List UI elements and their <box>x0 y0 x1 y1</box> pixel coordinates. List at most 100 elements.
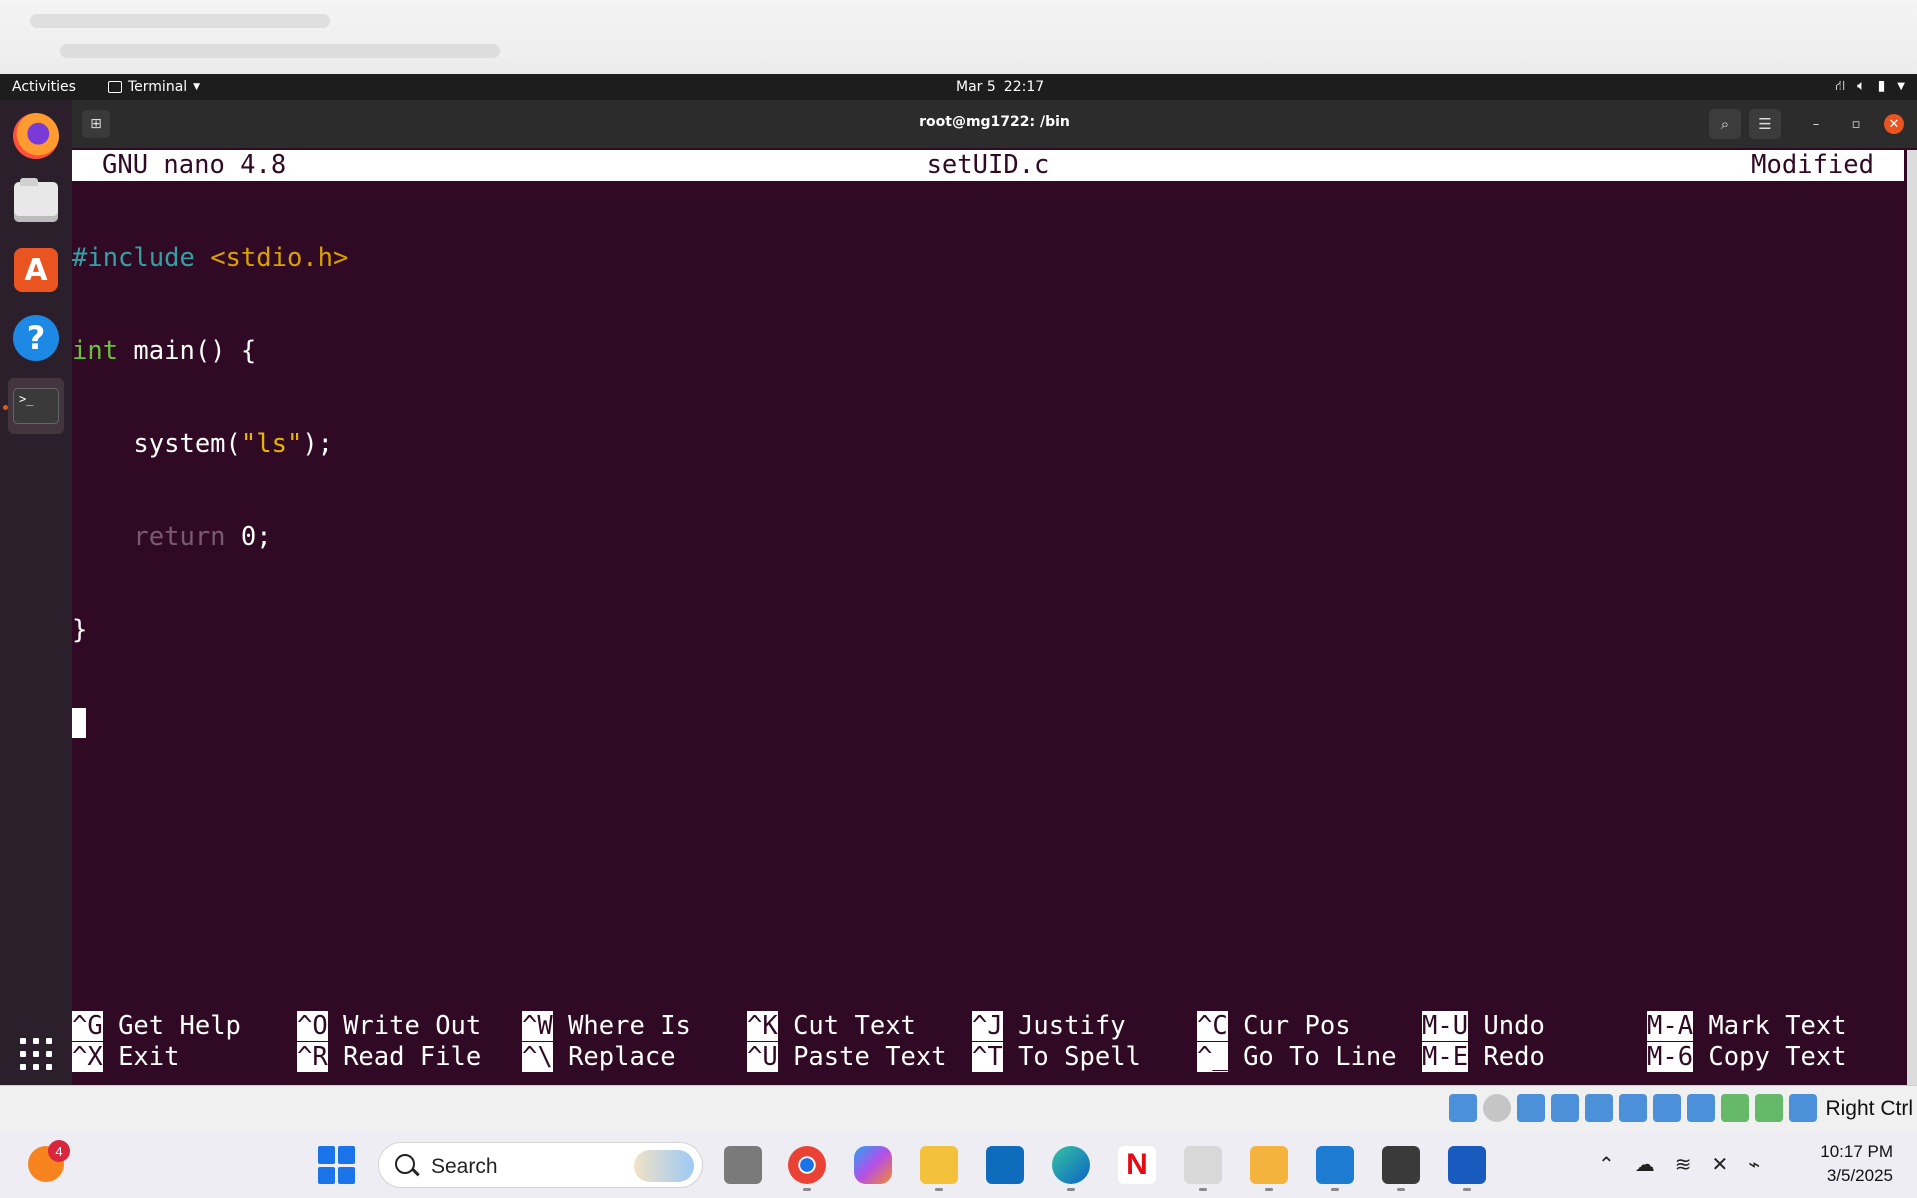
windows-terminal-icon[interactable] <box>1382 1146 1420 1184</box>
running-indicator <box>803 1188 811 1191</box>
edge-icon[interactable] <box>1052 1146 1090 1184</box>
dock-files[interactable] <box>8 174 64 230</box>
close-icon: ✕ <box>1888 116 1900 132</box>
dock-software[interactable]: A <box>8 242 64 298</box>
word-icon[interactable] <box>1448 1146 1486 1184</box>
shortcut-item[interactable]: ^\ Replace <box>522 1042 676 1073</box>
shortcut-item[interactable]: ^X Exit <box>72 1042 180 1073</box>
terminal-icon: >_ <box>13 388 59 424</box>
chevron-up-icon[interactable]: ⌃ <box>1598 1152 1615 1176</box>
host-key-label: Right Ctrl <box>1825 1097 1913 1120</box>
task-view-icon[interactable] <box>724 1146 762 1184</box>
usb-icon[interactable] <box>1585 1094 1613 1122</box>
shared-folders-icon[interactable] <box>1619 1094 1647 1122</box>
volume-icon: 🔈︎ <box>1857 78 1866 94</box>
shortcut-key: ^O <box>297 1011 328 1041</box>
minimize-icon: – <box>1812 116 1820 132</box>
blurred-content <box>60 44 500 58</box>
shortcut-item[interactable]: M-6 Copy Text <box>1647 1042 1847 1073</box>
network-adapter-icon[interactable] <box>1551 1094 1579 1122</box>
shortcut-label: Copy Text <box>1708 1042 1847 1072</box>
shortcut-item[interactable]: ^_ Go To Line <box>1197 1042 1397 1073</box>
taskbar-search[interactable]: Search <box>378 1142 703 1188</box>
shortcut-item[interactable]: M-U Undo <box>1422 1011 1545 1042</box>
keyboard-capture-icon[interactable] <box>1789 1094 1817 1122</box>
shortcut-key: M-U <box>1422 1011 1469 1041</box>
hard-disk-icon[interactable] <box>1449 1094 1477 1122</box>
shortcut-item[interactable]: ^G Get Help <box>72 1011 241 1042</box>
code-area[interactable]: #include <stdio.h> int main() { system("… <box>72 181 348 801</box>
search-button[interactable]: ⌕ <box>1709 109 1741 139</box>
dock-help[interactable]: ? <box>8 310 64 366</box>
app-menu-terminal[interactable]: Terminal ▼ <box>108 79 200 95</box>
recording-icon[interactable] <box>1687 1094 1715 1122</box>
onedrive-icon[interactable]: ☁ <box>1635 1152 1655 1176</box>
shortcut-item[interactable]: ^K Cut Text <box>747 1011 916 1042</box>
vbox-status-icons <box>1449 1094 1817 1122</box>
shortcut-item[interactable]: ^O Write Out <box>297 1011 481 1042</box>
clock-button[interactable]: Mar 5 22:17 <box>956 79 1044 95</box>
clock-time: 22:17 <box>1003 79 1045 95</box>
chevron-down-icon: ▼ <box>1897 81 1905 92</box>
battery-charging-icon[interactable]: ⌁ <box>1748 1152 1760 1176</box>
shortcut-key: M-A <box>1647 1011 1694 1041</box>
code-line: } <box>72 615 348 646</box>
terminal-scrollbar[interactable] <box>1907 150 1917 1087</box>
restore-icon: ▫ <box>1851 116 1861 132</box>
wifi-icon[interactable]: ≋ <box>1675 1152 1692 1176</box>
outlook-icon[interactable] <box>986 1146 1024 1184</box>
vscode-icon[interactable] <box>1316 1146 1354 1184</box>
code-line: int main() { <box>72 336 348 367</box>
running-indicator <box>935 1188 943 1191</box>
netflix-icon[interactable]: N <box>1118 1146 1156 1184</box>
close-button[interactable]: ✕ <box>1884 114 1904 134</box>
shortcut-item[interactable]: ^R Read File <box>297 1042 481 1073</box>
copilot-icon[interactable] <box>854 1146 892 1184</box>
dock-terminal[interactable]: >_ <box>8 378 64 434</box>
system-tray[interactable]: ⛙ 🔈︎ ▮ ▼ <box>1835 78 1905 96</box>
activities-button[interactable]: Activities <box>12 79 76 95</box>
shortcut-key: M-E <box>1422 1042 1469 1072</box>
taskbar-clock[interactable]: 10:17 PM 3/5/2025 <box>1820 1140 1893 1188</box>
shortcut-item[interactable]: M-E Redo <box>1422 1042 1545 1073</box>
shortcut-key: ^W <box>522 1011 553 1041</box>
file-explorer-icon[interactable] <box>920 1146 958 1184</box>
minimize-button[interactable]: – <box>1806 114 1826 134</box>
display-icon[interactable] <box>1653 1094 1681 1122</box>
shortcut-key: ^G <box>72 1011 103 1041</box>
shortcut-key: ^C <box>1197 1011 1228 1041</box>
show-apps-icon[interactable] <box>20 1038 52 1070</box>
code-line: return 0; <box>72 522 348 553</box>
code-line: #include <stdio.h> <box>72 243 348 274</box>
shortcut-key: ^_ <box>1197 1042 1228 1072</box>
dock-firefox[interactable] <box>8 108 64 164</box>
cpu-icon[interactable] <box>1721 1094 1749 1122</box>
start-button[interactable] <box>318 1146 356 1184</box>
shortcut-label: Where Is <box>568 1011 691 1041</box>
ubuntu-dock: A ? >_ <box>0 100 72 1085</box>
chrome-icon[interactable] <box>788 1146 826 1184</box>
search-placeholder: Search <box>431 1155 498 1178</box>
running-indicator <box>1397 1188 1405 1191</box>
nano-editor[interactable]: GNU nano 4.8 setUID.c Modified #include … <box>72 148 1917 1087</box>
mouse-integration-icon[interactable] <box>1755 1094 1783 1122</box>
shortcut-key: ^\ <box>522 1042 553 1072</box>
virtualbox-icon[interactable] <box>1250 1146 1288 1184</box>
files-icon <box>14 178 58 222</box>
audio-icon[interactable] <box>1517 1094 1545 1122</box>
vbox-status-bar: Right Ctrl <box>0 1085 1917 1131</box>
menu-button[interactable]: ☰ <box>1749 109 1781 139</box>
windows-taskbar: 4 Search N ⌃ ☁ ≋ ✕ ⌁ 10:17 PM 3/5/2025 <box>0 1130 1917 1198</box>
shortcut-item[interactable]: ^T To Spell <box>972 1042 1141 1073</box>
shortcut-item[interactable]: ^C Cur Pos <box>1197 1011 1351 1042</box>
shortcut-item[interactable]: ^J Justify <box>972 1011 1126 1042</box>
volume-muted-icon[interactable]: ✕ <box>1712 1152 1729 1176</box>
optical-drive-icon[interactable] <box>1483 1094 1511 1122</box>
snipping-tool-icon[interactable] <box>1184 1146 1222 1184</box>
shortcut-item[interactable]: M-A Mark Text <box>1647 1011 1847 1042</box>
terminal-icon <box>108 81 122 93</box>
maximize-button[interactable]: ▫ <box>1846 114 1866 134</box>
shortcut-item[interactable]: ^U Paste Text <box>747 1042 947 1073</box>
running-indicator <box>1265 1188 1273 1191</box>
shortcut-item[interactable]: ^W Where Is <box>522 1011 691 1042</box>
